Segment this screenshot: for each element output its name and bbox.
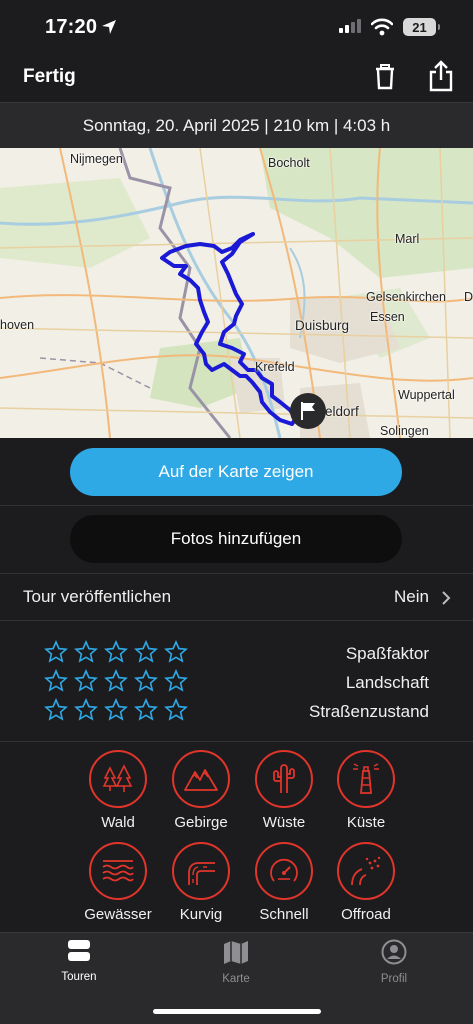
rating-label: Landschaft	[345, 673, 429, 692]
tag-wald[interactable]: Wald	[83, 750, 153, 831]
share-icon[interactable]	[428, 60, 454, 92]
publish-tour-row[interactable]: Tour veröffentlichen Nein	[0, 574, 473, 620]
map-label: D	[464, 290, 473, 304]
tab-label: Profil	[380, 973, 408, 985]
tab-label: Karte	[222, 973, 250, 985]
divider	[0, 620, 473, 621]
map-label: Wuppertal	[398, 388, 455, 402]
speedometer-icon	[270, 858, 298, 882]
star-icon[interactable]	[164, 669, 188, 693]
star-icon[interactable]	[74, 669, 98, 693]
home-indicator	[153, 1009, 321, 1014]
star-rating[interactable]	[44, 669, 188, 693]
star-icon[interactable]	[44, 669, 68, 693]
tag-label: Küste	[346, 814, 386, 831]
map-label: Krefeld	[255, 360, 295, 374]
map-icon	[224, 941, 248, 964]
rating-label: Straßenzustand	[308, 702, 429, 721]
add-photos-button[interactable]: Fotos hinzufügen	[70, 515, 402, 563]
forest-icon	[102, 764, 133, 792]
map-label: eldorf	[325, 404, 359, 419]
cactus-icon	[273, 764, 295, 793]
tag-label: Offroad	[341, 906, 391, 923]
map-label: Nijmegen	[70, 152, 123, 166]
publish-value: Nein	[394, 587, 429, 606]
star-icon[interactable]	[74, 640, 98, 664]
tag-gewaesser[interactable]: Gewässer	[83, 842, 153, 923]
rating-row-road-condition: Straßenzustand	[0, 698, 473, 728]
done-button[interactable]: Fertig	[23, 66, 76, 88]
star-icon[interactable]	[134, 640, 158, 664]
map-label: Essen	[370, 310, 405, 324]
finish-flag-icon	[290, 393, 326, 429]
tab-profil[interactable]: Profil	[349, 939, 439, 985]
route-map[interactable]: Nijmegen Bocholt Marl Gelsenkirchen D Es…	[0, 148, 473, 438]
tab-karte[interactable]: Karte	[191, 939, 281, 985]
curvy-road-icon	[188, 862, 215, 885]
cellular-signal-icon	[339, 19, 361, 33]
navigation-bar: Fertig	[0, 56, 473, 102]
star-icon[interactable]	[104, 640, 128, 664]
star-icon[interactable]	[134, 669, 158, 693]
map-label: hoven	[0, 318, 35, 332]
tour-summary: Sonntag, 20. April 2025 | 210 km | 4:03 …	[0, 102, 473, 148]
star-icon[interactable]	[104, 669, 128, 693]
map-label: Bocholt	[268, 156, 310, 170]
tab-label: Touren	[61, 971, 97, 983]
divider	[0, 505, 473, 506]
rating-label: Spaßfaktor	[345, 644, 429, 663]
star-icon[interactable]	[74, 698, 98, 722]
offroad-icon	[351, 856, 381, 886]
tag-kueste[interactable]: Küste	[331, 750, 401, 831]
wifi-icon	[371, 18, 393, 36]
star-icon[interactable]	[164, 640, 188, 664]
tag-label: Schnell	[259, 906, 309, 923]
rating-row-fun: Spaßfaktor	[0, 640, 473, 670]
star-icon[interactable]	[134, 698, 158, 722]
chevron-right-icon	[442, 591, 451, 605]
lighthouse-icon	[353, 763, 379, 794]
star-icon[interactable]	[44, 640, 68, 664]
tag-schnell[interactable]: Schnell	[249, 842, 319, 923]
tag-label: Wald	[101, 814, 135, 831]
tag-label: Wüste	[262, 814, 306, 831]
tag-label: Kurvig	[179, 906, 223, 923]
star-rating[interactable]	[44, 698, 188, 722]
map-label: Gelsenkirchen	[366, 290, 446, 304]
tag-kurvig[interactable]: Kurvig	[166, 842, 236, 923]
tours-icon	[68, 940, 90, 961]
star-icon[interactable]	[44, 698, 68, 722]
mountains-icon	[184, 769, 218, 791]
map-label: Solingen	[380, 424, 429, 438]
status-bar: 17:20 21	[0, 0, 473, 56]
tag-gebirge[interactable]: Gebirge	[166, 750, 236, 831]
water-icon	[102, 860, 134, 882]
tour-tags: Wald Gebirge Wüste Küste Gewässer Kurvig…	[0, 742, 473, 932]
trash-icon[interactable]	[374, 64, 396, 90]
star-icon[interactable]	[104, 698, 128, 722]
show-on-map-button[interactable]: Auf der Karte zeigen	[70, 448, 402, 496]
map-label: Duisburg	[295, 318, 350, 333]
tag-label: Gebirge	[174, 814, 228, 831]
profile-icon	[381, 939, 407, 965]
star-rating[interactable]	[44, 640, 188, 664]
status-time: 17:20	[45, 16, 98, 38]
tag-label: Gewässer	[84, 906, 152, 923]
tag-wueste[interactable]: Wüste	[249, 750, 319, 831]
star-icon[interactable]	[164, 698, 188, 722]
tag-offroad[interactable]: Offroad	[331, 842, 401, 923]
tab-touren[interactable]: Touren	[34, 939, 124, 983]
publish-label: Tour veröffentlichen	[23, 587, 172, 606]
location-arrow-icon	[102, 20, 116, 34]
map-label: Marl	[395, 232, 420, 246]
rating-row-scenery: Landschaft	[0, 669, 473, 699]
battery-indicator: 21	[403, 18, 440, 36]
